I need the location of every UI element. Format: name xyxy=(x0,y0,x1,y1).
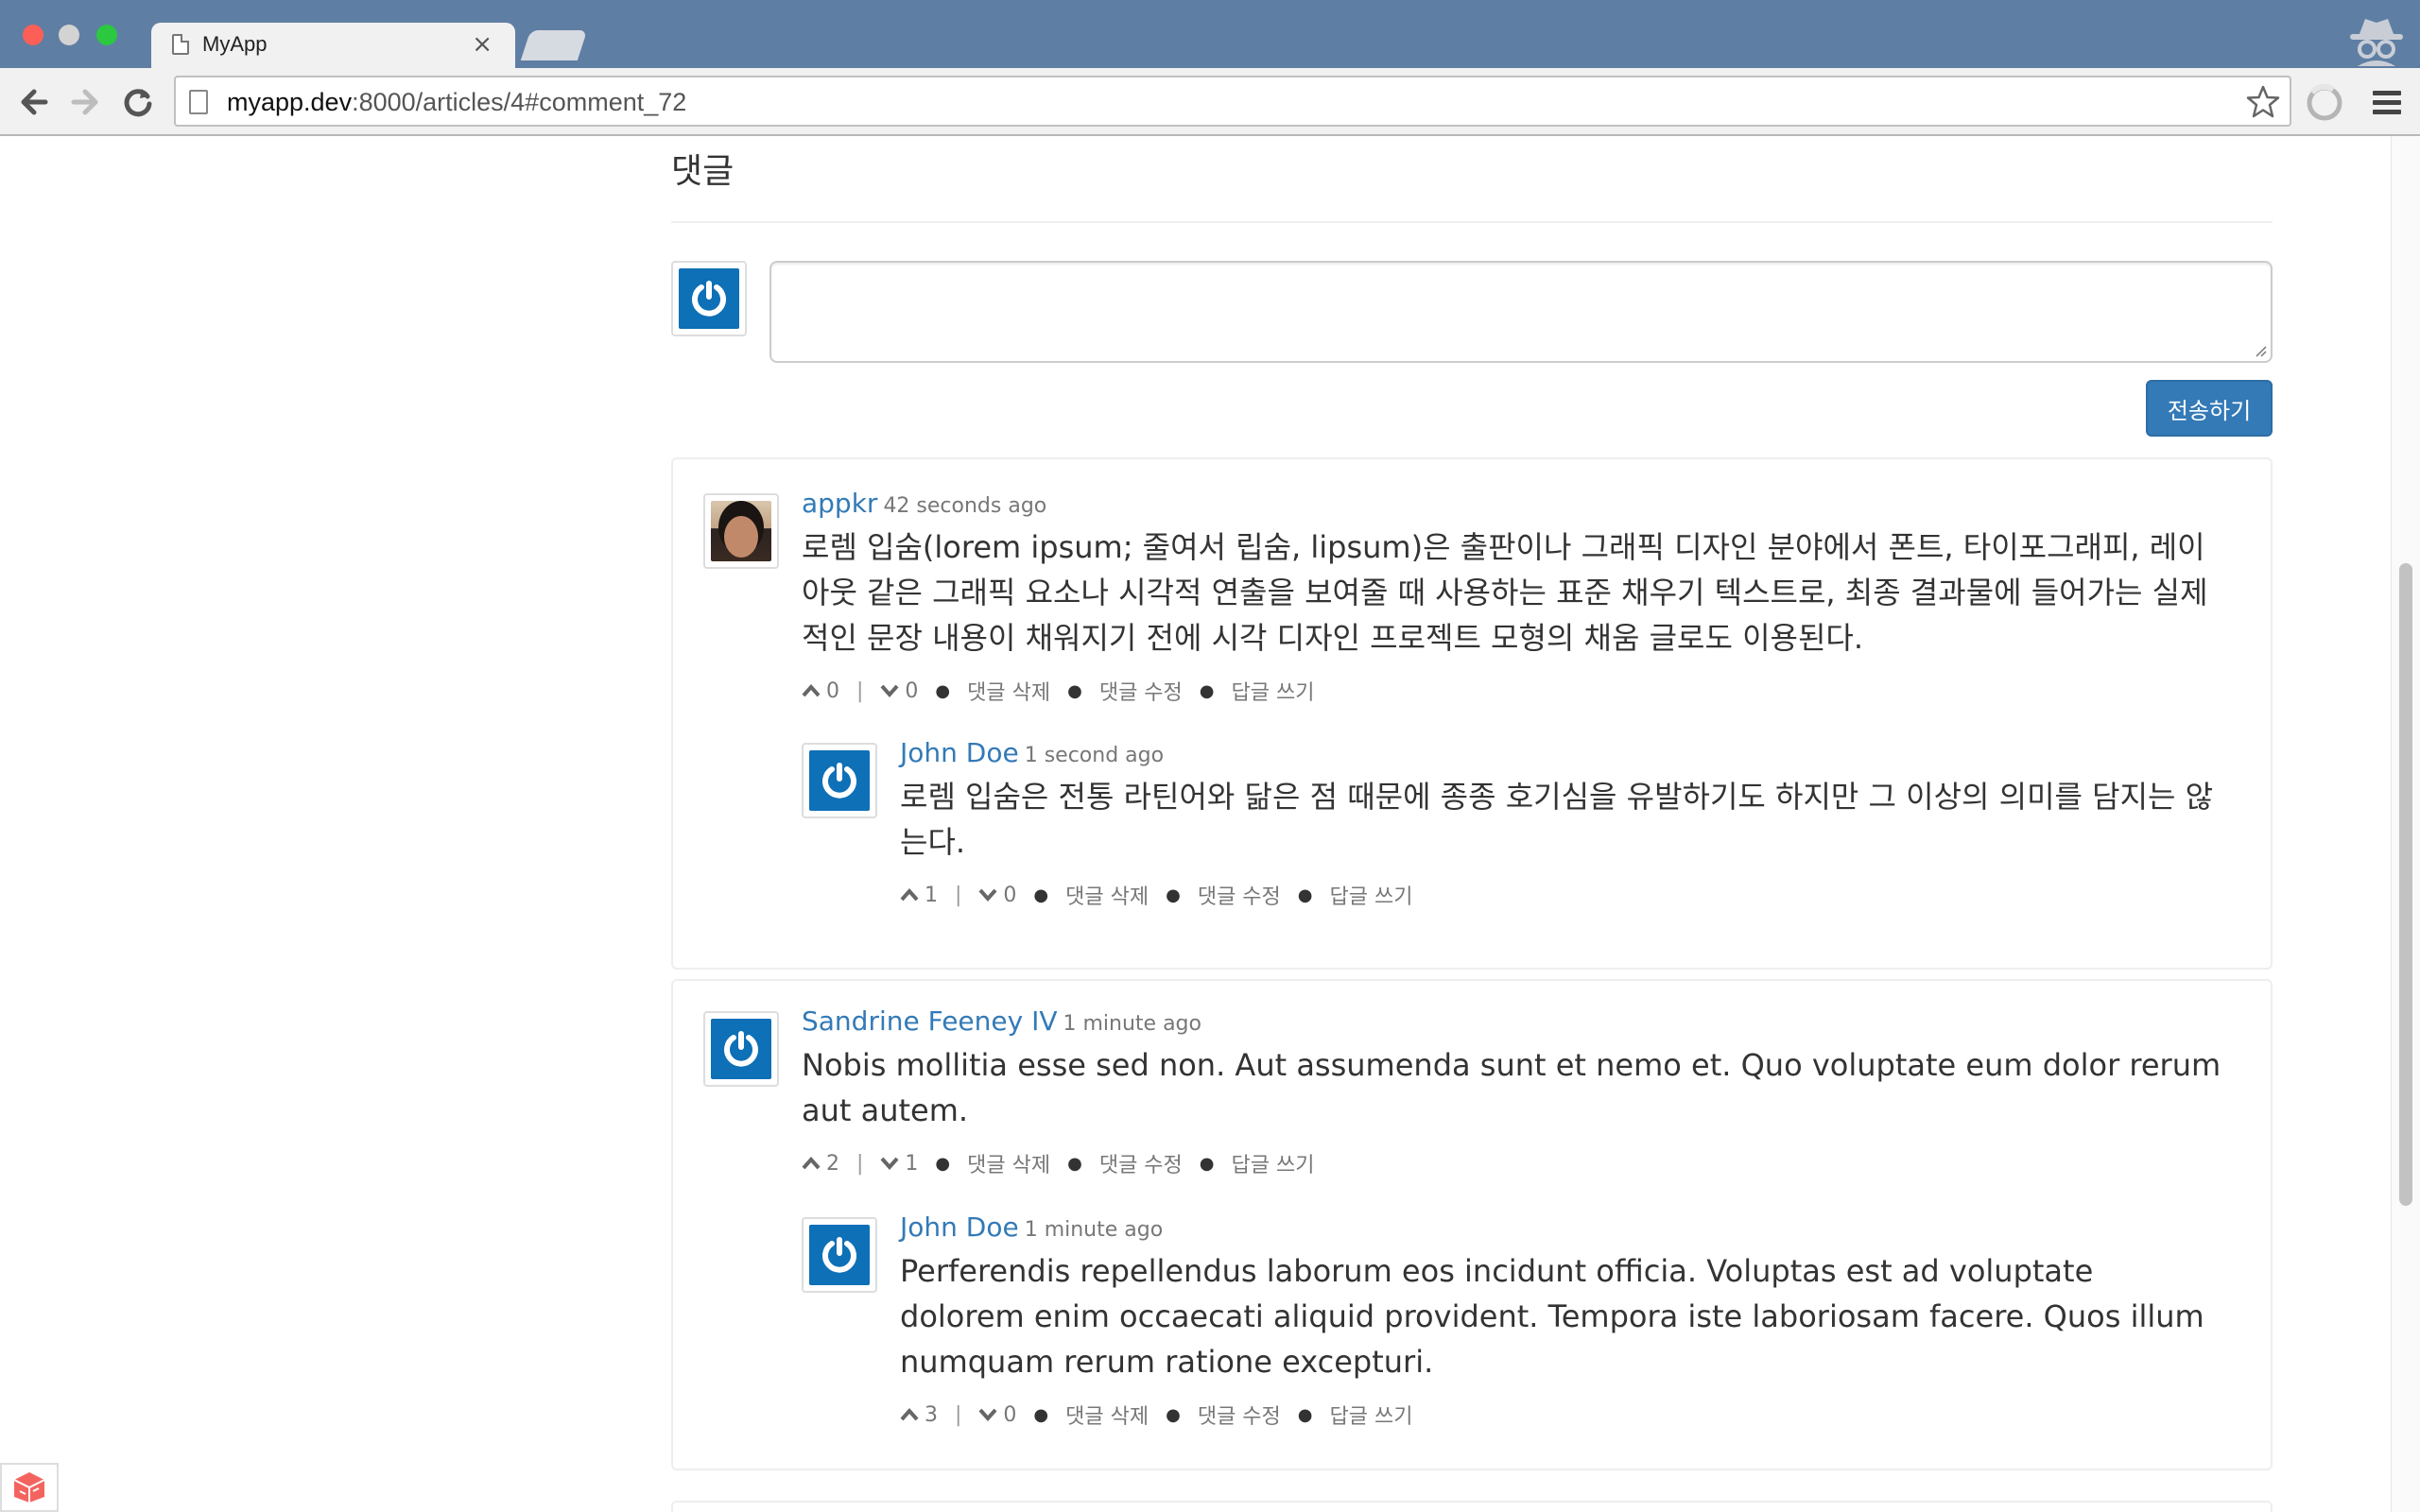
comment-timestamp: 1 second ago xyxy=(1024,744,1165,767)
edit-comment-link[interactable]: 댓글 수정 xyxy=(1198,1400,1281,1430)
comment-thread xyxy=(671,1501,2273,1512)
power-icon xyxy=(692,281,726,317)
comment-text: Perferendis repellendus laborum eos inci… xyxy=(900,1253,2204,1380)
upvote-button[interactable]: 3 xyxy=(900,1403,938,1427)
downvote-button[interactable]: 1 xyxy=(880,1152,918,1176)
document-icon xyxy=(172,34,189,55)
comment-text: 로렘 입숨(lorem ipsum; 줄여서 립숨, lipsum)은 출판이나… xyxy=(802,529,2208,656)
chevron-down-icon xyxy=(880,684,899,698)
page-icon xyxy=(189,90,208,114)
submit-comment-button[interactable]: 전송하기 xyxy=(2146,380,2273,437)
power-icon xyxy=(822,763,856,799)
maximize-window-button[interactable] xyxy=(96,25,117,45)
tab-close-icon[interactable]: × xyxy=(472,30,493,59)
delete-comment-link[interactable]: 댓글 삭제 xyxy=(967,676,1050,706)
extension-icon[interactable] xyxy=(2305,83,2344,123)
debugbar-toggle-button[interactable] xyxy=(0,1463,59,1512)
reply-comment-link[interactable]: 답글 쓰기 xyxy=(1330,880,1413,910)
delete-comment-link[interactable]: 댓글 삭제 xyxy=(967,1148,1050,1178)
edit-comment-link[interactable]: 댓글 수정 xyxy=(1198,880,1281,910)
comment-textarea[interactable] xyxy=(769,261,2273,363)
address-bar[interactable]: myapp.dev:8000/articles/4#comment_72 xyxy=(174,76,2291,127)
upvote-button[interactable]: 0 xyxy=(802,679,839,703)
comment-text: Nobis mollitia esse sed non. Aut assumen… xyxy=(802,1047,2221,1128)
comment: Sandrine Feeney IV 1 minute ago Nobis mol… xyxy=(802,1005,2223,1178)
new-tab-button[interactable] xyxy=(520,30,588,60)
scrollbar-thumb[interactable] xyxy=(2399,563,2412,1206)
browser-menu-icon[interactable] xyxy=(2367,83,2407,123)
current-user-avatar xyxy=(671,261,747,336)
page-viewport: 댓글 전송하기 appkr 42 seconds ago 로렘 입숨(lorem… xyxy=(0,136,2420,1512)
chevron-up-icon xyxy=(802,683,821,697)
delete-comment-link[interactable]: 댓글 삭제 xyxy=(1065,1400,1149,1430)
reply-comment-link[interactable]: 답글 쓰기 xyxy=(1232,676,1315,706)
comment-text: 로렘 입숨은 전통 라틴어와 닮은 점 때문에 종종 호기심을 유발하기도 하지… xyxy=(900,779,2214,860)
tab-title: MyApp xyxy=(202,32,268,56)
edit-comment-link[interactable]: 댓글 수정 xyxy=(1099,1148,1183,1178)
comment-timestamp: 1 minute ago xyxy=(1024,1218,1164,1242)
avatar xyxy=(703,1011,779,1087)
chevron-down-icon xyxy=(978,888,997,902)
resize-grip-icon[interactable] xyxy=(2254,344,2267,357)
back-arrow-icon xyxy=(21,89,48,115)
page-scrollbar[interactable] xyxy=(2391,136,2420,1512)
close-window-button[interactable] xyxy=(23,25,43,45)
power-icon xyxy=(724,1031,758,1067)
comment-author-link[interactable]: John Doe xyxy=(900,737,1019,768)
comment-timestamp: 1 minute ago xyxy=(1063,1012,1201,1036)
power-icon xyxy=(822,1237,856,1273)
comment-author-link[interactable]: appkr xyxy=(802,488,877,519)
incognito-icon xyxy=(2350,19,2403,66)
downvote-button[interactable]: 0 xyxy=(880,679,918,703)
upvote-button[interactable]: 1 xyxy=(900,884,938,907)
comments-heading: 댓글 xyxy=(671,152,735,191)
bookmark-star-icon[interactable] xyxy=(2244,83,2282,121)
comment: appkr 42 seconds ago 로렘 입숨(lorem ipsum; 줄… xyxy=(802,488,2223,706)
laravel-logo-icon xyxy=(13,1472,45,1503)
forward-arrow-icon xyxy=(71,89,98,115)
comment-author-link[interactable]: John Doe xyxy=(900,1211,1019,1243)
comment-actions: 2 | 1 ● 댓글 삭제 ● 댓글 수정 ● 답글 쓰기 xyxy=(802,1148,2223,1178)
browser-toolbar: myapp.dev:8000/articles/4#comment_72 xyxy=(0,68,2420,136)
divider xyxy=(671,221,2273,223)
comment-thread: Sandrine Feeney IV 1 minute ago Nobis mol… xyxy=(671,979,2273,1470)
back-button[interactable] xyxy=(13,81,55,123)
browser-tab-active[interactable]: MyApp × xyxy=(151,23,515,68)
downvote-button[interactable]: 0 xyxy=(978,884,1016,907)
url-text[interactable]: myapp.dev:8000/articles/4#comment_72 xyxy=(227,88,686,117)
reply-comment-link[interactable]: 답글 쓰기 xyxy=(1232,1148,1315,1178)
upvote-button[interactable]: 2 xyxy=(802,1152,839,1176)
reload-button[interactable] xyxy=(117,81,159,123)
forward-button[interactable] xyxy=(64,81,106,123)
minimize-window-button[interactable] xyxy=(59,25,79,45)
avatar xyxy=(802,743,877,818)
chevron-up-icon xyxy=(900,887,919,902)
comment-actions: 0 | 0 ● 댓글 삭제 ● 댓글 수정 ● 답글 쓰기 xyxy=(802,676,2223,706)
delete-comment-link[interactable]: 댓글 삭제 xyxy=(1065,880,1149,910)
browser-titlebar: MyApp × xyxy=(0,0,2420,68)
comment-actions: 1 | 0 ● 댓글 삭제 ● 댓글 수정 ● 답글 쓰기 xyxy=(900,880,2223,910)
avatar xyxy=(703,493,779,569)
comment-actions: 3 | 0 ● 댓글 삭제 ● 댓글 수정 ● 답글 쓰기 xyxy=(900,1400,2223,1430)
edit-comment-link[interactable]: 댓글 수정 xyxy=(1099,676,1183,706)
reload-icon xyxy=(124,89,152,117)
chevron-down-icon xyxy=(978,1408,997,1422)
chevron-down-icon xyxy=(880,1157,899,1171)
chevron-up-icon xyxy=(900,1407,919,1421)
comment-author-link[interactable]: Sandrine Feeney IV xyxy=(802,1005,1058,1037)
reply-comment-link[interactable]: 답글 쓰기 xyxy=(1330,1400,1413,1430)
comment-thread: appkr 42 seconds ago 로렘 입숨(lorem ipsum; 줄… xyxy=(671,457,2273,970)
avatar xyxy=(802,1217,877,1293)
comment-timestamp: 42 seconds ago xyxy=(883,494,1047,518)
chevron-up-icon xyxy=(802,1156,821,1170)
downvote-button[interactable]: 0 xyxy=(978,1403,1016,1427)
